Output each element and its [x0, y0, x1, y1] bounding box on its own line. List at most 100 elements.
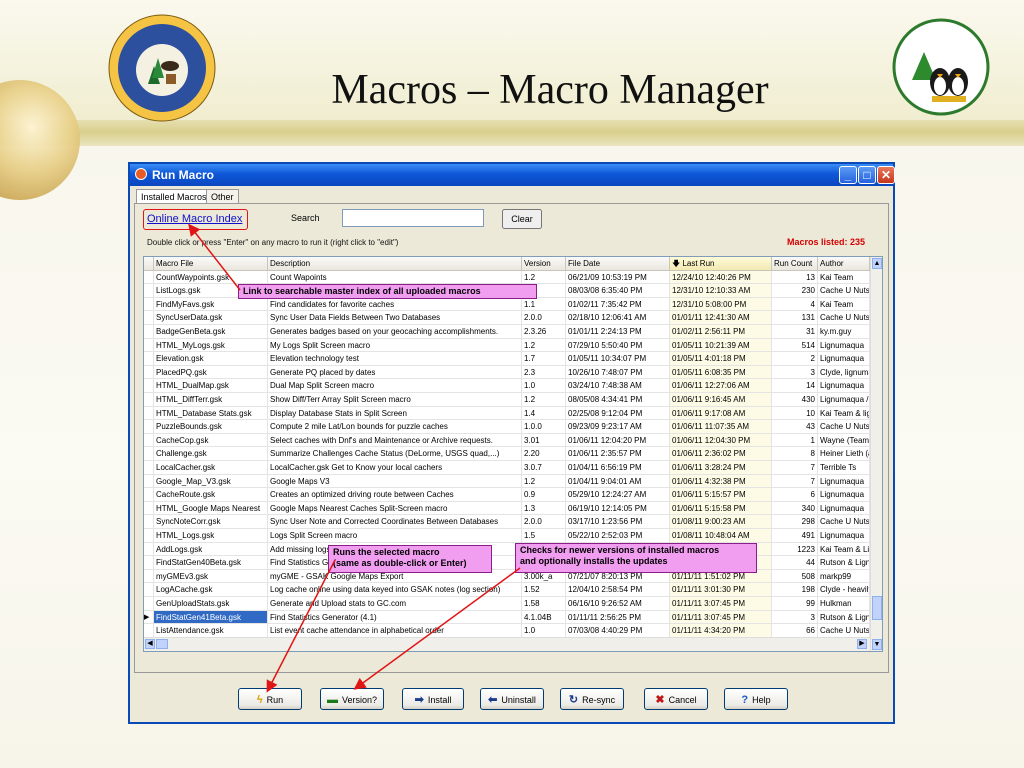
last-run-cell: 01/05/11 6:08:35 PM — [670, 365, 772, 380]
version-cell: 1.3 — [522, 501, 566, 516]
table-row[interactable]: ListAttendance.gsk List event cache atten… — [144, 624, 882, 638]
table-row[interactable]: SyncUserData.gsk Sync User Data Fields Be… — [144, 311, 882, 325]
tab-installed-macros[interactable]: Installed Macros — [136, 189, 212, 204]
row-indicator-cell — [144, 365, 154, 380]
table-row[interactable]: CountWaypoints.gsk Count Wapoints 1.2 06/21… — [144, 270, 882, 285]
table-row[interactable]: HTML_Google Maps Nearest Google Maps Near… — [144, 501, 882, 516]
install-button[interactable]: ➡ Install — [402, 688, 464, 710]
description-cell: Compute 2 mile Lat/Lon bounds for puzzle… — [268, 420, 522, 434]
table-row[interactable]: AddLogs.gsk Add missing logs 1223 Kai Team … — [144, 542, 882, 557]
resync-button[interactable]: ↻ Re-sync — [560, 688, 624, 710]
maximize-button[interactable]: □ — [858, 166, 876, 184]
version-cell: 4.1.04B — [522, 610, 566, 625]
author-cell: Lignumaqua — [818, 488, 870, 502]
vertical-scroll-thumb[interactable] — [872, 596, 882, 620]
help-button-label: Help — [752, 695, 771, 705]
author-cell: Kai Team & lignu — [818, 406, 870, 421]
window-title: Run Macro — [152, 168, 215, 182]
run-count-cell: 1223 — [772, 542, 818, 557]
last-run-cell: 01/06/11 9:16:45 AM — [670, 393, 772, 407]
author-cell: Kai Team — [818, 297, 870, 312]
author-cell: Lignumaqua / C — [818, 393, 870, 407]
table-row[interactable]: PlacedPQ.gsk Generate PQ placed by dates 2… — [144, 365, 882, 380]
scroll-up-icon[interactable]: ▲ — [872, 258, 882, 269]
window-titlebar[interactable]: Run Macro _ □ ✕ — [130, 164, 895, 186]
table-row[interactable]: LogACache.gsk Log cache online using data… — [144, 583, 882, 597]
table-row[interactable]: myGMEv3.gsk myGME - GSAK Google Maps Expo… — [144, 569, 882, 584]
help-button[interactable]: ? Help — [724, 688, 788, 710]
table-row[interactable]: HTML_Database Stats.gsk Display Database … — [144, 406, 882, 421]
scroll-right-icon[interactable]: ▶ — [857, 639, 867, 649]
close-button[interactable]: ✕ — [877, 166, 895, 184]
file-date-cell: 10/26/10 7:48:07 PM — [566, 365, 670, 380]
table-row[interactable]: FindStatGen40Beta.gsk Find Statistics Ge 4… — [144, 556, 882, 570]
online-macro-index-link[interactable]: Online Macro Index — [147, 213, 242, 225]
table-row[interactable]: CacheCop.gsk Select caches with Dnf's and… — [144, 433, 882, 448]
usage-hint: Double click or press "Enter" on any mac… — [147, 238, 399, 247]
description-cell: Log cache online using data keyed into G… — [268, 583, 522, 597]
clear-button[interactable]: Clear — [502, 209, 542, 229]
run-count-cell: 4 — [772, 297, 818, 312]
table-row[interactable]: HTML_DiffTerr.gsk Show Diff/Terr Array Sp… — [144, 393, 882, 407]
horizontal-scrollbar[interactable]: ◀ ▶ — [144, 637, 870, 651]
version-cell: 3.0.7 — [522, 461, 566, 475]
table-row[interactable]: GenUploadStats.gsk Generate and Upload st… — [144, 597, 882, 611]
column-header-description[interactable]: Description — [268, 257, 522, 271]
installed-macros-panel: Online Macro Index Search Clear Double c… — [134, 203, 889, 673]
column-header-version[interactable]: Version — [522, 257, 566, 271]
version-cell: 0.9 — [522, 488, 566, 502]
table-row[interactable]: ▶ FindStatGen41Beta.gsk Find Statistics Ge… — [144, 610, 882, 625]
file-date-cell: 05/22/10 2:52:03 PM — [566, 529, 670, 543]
macro-file-cell: ListAttendance.gsk — [154, 624, 268, 638]
table-row[interactable]: PuzzleBounds.gsk Compute 2 mile Lat/Lon b… — [144, 420, 882, 434]
search-label: Search — [291, 213, 320, 223]
version-cell: 2.3.26 — [522, 325, 566, 339]
run-count-cell: 14 — [772, 379, 818, 393]
horizontal-scroll-thumb[interactable] — [156, 639, 168, 649]
search-input[interactable] — [342, 209, 484, 227]
column-header-macro-file[interactable]: Macro File — [154, 257, 268, 271]
table-row[interactable]: Elevation.gsk Elevation technology test 1.… — [144, 352, 882, 366]
macro-file-cell: GenUploadStats.gsk — [154, 597, 268, 611]
run-button[interactable]: ϟ Run — [238, 688, 302, 710]
last-run-cell: 01/06/11 11:07:35 AM — [670, 420, 772, 434]
version-cell: 2.0.0 — [522, 515, 566, 529]
button-bar: ϟ Run ▬ Version? ➡ Install ⬅ Uninstall ↻ Re-s… — [130, 679, 893, 723]
row-indicator-cell — [144, 406, 154, 421]
table-row[interactable]: LocalCacher.gsk LocalCacher.gsk Get to Kn… — [144, 461, 882, 475]
scroll-down-icon[interactable]: ▼ — [872, 639, 882, 650]
table-row[interactable]: CacheRoute.gsk Creates an optimized drivi… — [144, 488, 882, 502]
scroll-left-icon[interactable]: ◀ — [145, 639, 155, 649]
macro-grid[interactable]: Macro File Description Version File Date… — [143, 256, 883, 652]
last-run-cell: 12/31/10 5:08:00 PM — [670, 297, 772, 312]
table-row[interactable]: Challenge.gsk Summarize Challenges Cache … — [144, 447, 882, 461]
uninstall-button[interactable]: ⬅ Uninstall — [480, 688, 544, 710]
table-row[interactable]: BadgeGenBeta.gsk Generates badges based o… — [144, 325, 882, 339]
column-header-author[interactable]: Author — [818, 257, 870, 271]
run-count-cell: 3 — [772, 365, 818, 380]
vertical-scrollbar[interactable]: ▲ ▼ — [870, 257, 882, 651]
last-run-cell: 01/06/11 12:04:30 PM — [670, 433, 772, 448]
table-row[interactable]: HTML_MyLogs.gsk My Logs Split Screen macr… — [144, 338, 882, 353]
last-run-cell: 01/06/11 5:15:57 PM — [670, 488, 772, 502]
column-header-last-run-label: Last Run — [682, 259, 715, 268]
author-cell: Heiner Lieth (a.k — [818, 447, 870, 461]
cancel-button[interactable]: ✖ Cancel — [644, 688, 708, 710]
row-indicator-cell — [144, 569, 154, 584]
table-row[interactable]: SyncNoteCorr.gsk Sync User Note and Corre… — [144, 515, 882, 529]
row-indicator-cell — [144, 556, 154, 570]
table-row[interactable]: FindMyFavs.gsk Find candidates for favori… — [144, 297, 882, 312]
table-row[interactable]: HTML_DualMap.gsk Dual Map Split Screen ma… — [144, 379, 882, 393]
tab-other[interactable]: Other — [206, 189, 239, 204]
run-count-cell: 13 — [772, 270, 818, 285]
column-header-run-count[interactable]: Run Count — [772, 257, 818, 271]
version-button[interactable]: ▬ Version? — [320, 688, 384, 710]
file-date-cell: 09/23/09 9:23:17 AM — [566, 420, 670, 434]
minimize-button[interactable]: _ — [839, 166, 857, 184]
table-row[interactable]: HTML_Logs.gsk Logs Split Screen macro 1.5 0… — [144, 529, 882, 543]
version-cell: 2.3 — [522, 365, 566, 380]
column-header-last-run[interactable]: 🡇 Last Run — [670, 257, 772, 271]
column-header-file-date[interactable]: File Date — [566, 257, 670, 271]
macro-file-cell: PuzzleBounds.gsk — [154, 420, 268, 434]
table-row[interactable]: Google_Map_V3.gsk Google Maps V3 1.2 01/04/… — [144, 474, 882, 489]
